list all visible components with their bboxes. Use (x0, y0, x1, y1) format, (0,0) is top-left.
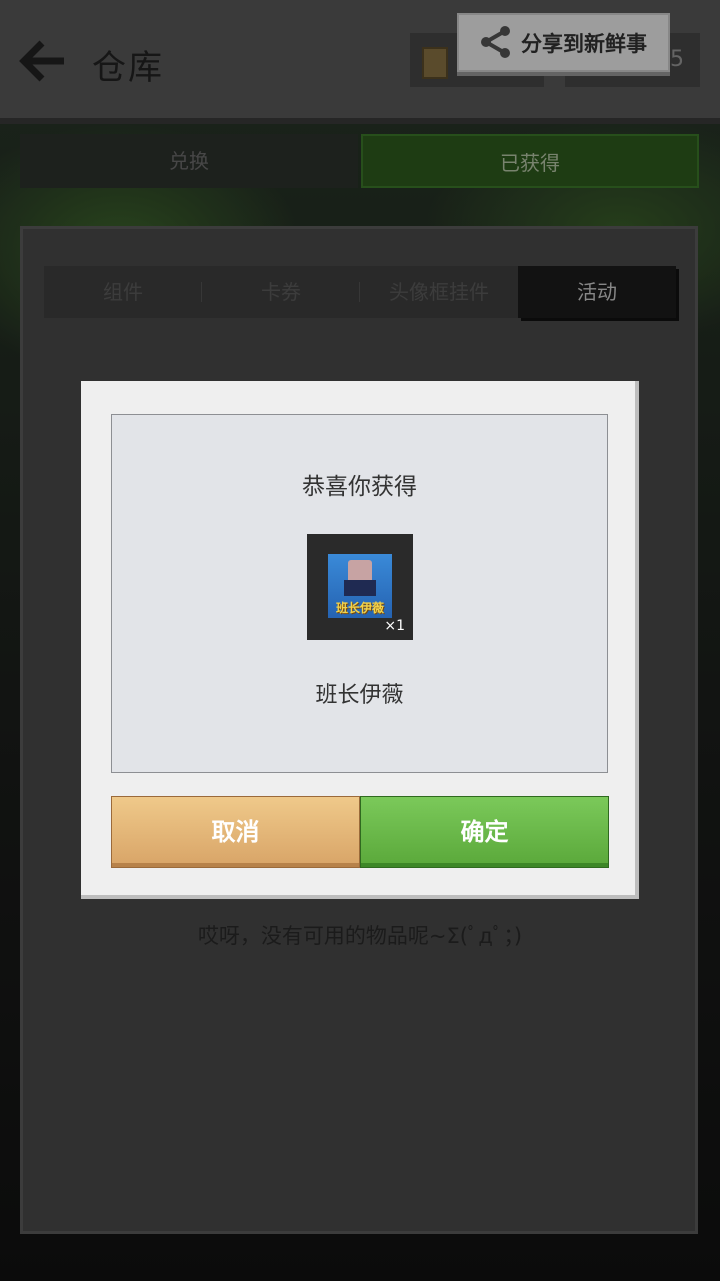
reward-dialog: 恭喜你获得 班长伊薇 ×1 班长伊薇 取消 确定 (81, 381, 639, 899)
reward-item-image: 班长伊薇 (328, 554, 392, 618)
reward-content: 恭喜你获得 班长伊薇 ×1 班长伊薇 (111, 414, 608, 773)
item-quantity: ×1 (384, 618, 405, 634)
item-image-caption: 班长伊薇 (335, 601, 384, 615)
character-body (344, 580, 376, 596)
item-name: 班长伊薇 (315, 683, 404, 708)
cancel-button[interactable]: 取消 (111, 796, 360, 868)
confirm-button[interactable]: 确定 (360, 796, 609, 868)
reward-item-slot: 班长伊薇 ×1 (307, 534, 413, 640)
dialog-title: 恭喜你获得 (302, 474, 417, 500)
